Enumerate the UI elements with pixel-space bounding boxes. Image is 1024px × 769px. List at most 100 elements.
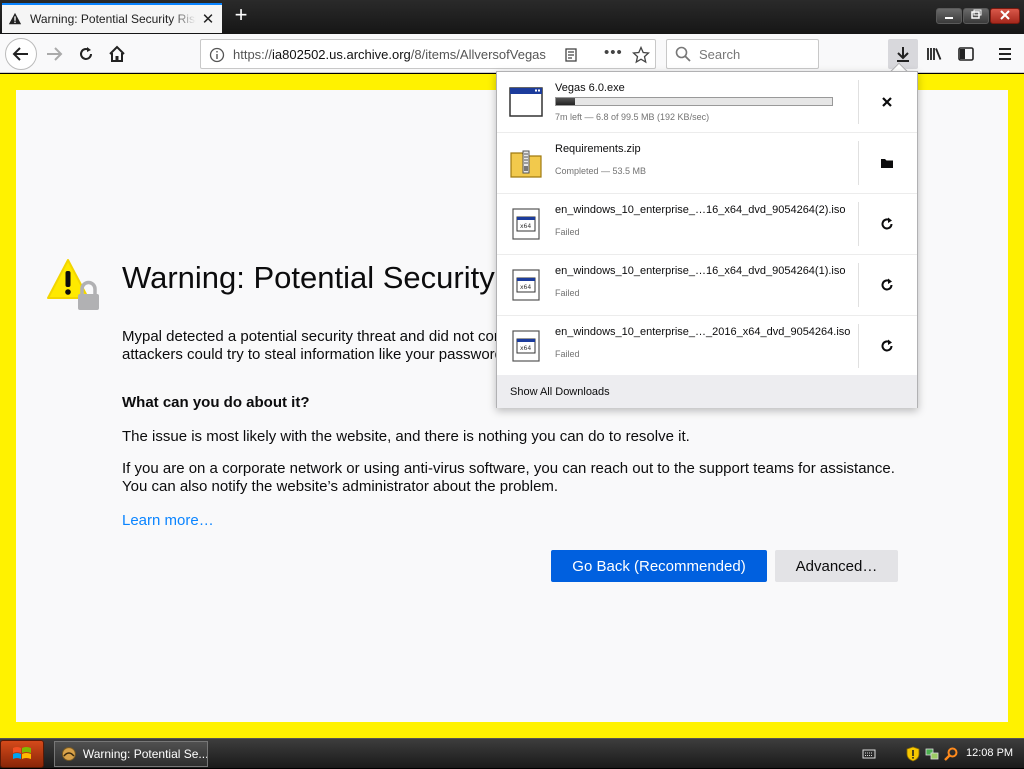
- page-actions-icon[interactable]: •••: [604, 44, 623, 61]
- shield-warning-icon[interactable]: [906, 746, 920, 762]
- svg-text:x64: x64: [520, 345, 531, 352]
- section-heading: What can you do about it?: [122, 394, 310, 411]
- library-button[interactable]: [919, 39, 949, 69]
- download-filename: en_windows_10_enterprise_…16_x64_dvd_905…: [555, 204, 846, 216]
- svg-text:x64: x64: [520, 223, 531, 230]
- search-input[interactable]: Search: [666, 39, 819, 69]
- download-status: Failed: [555, 227, 580, 237]
- restore-icon: [971, 9, 982, 19]
- tab-title: Warning: Potential Security Risk Ahead: [30, 12, 196, 26]
- download-status: Completed — 53.5 MB: [555, 166, 647, 176]
- show-all-downloads-button[interactable]: Show All Downloads: [497, 375, 917, 408]
- download-progress-fill: [556, 98, 575, 105]
- taskbar-item-label: Warning: Potential Se...: [82, 747, 207, 761]
- info-icon[interactable]: [209, 47, 225, 63]
- close-icon: [1000, 10, 1010, 20]
- new-tab-button[interactable]: +: [230, 4, 252, 27]
- tab-security-warning[interactable]: Warning: Potential Security Risk Ahead ✕: [2, 3, 222, 33]
- network-icon[interactable]: [924, 746, 940, 762]
- search-placeholder: Search: [699, 46, 741, 62]
- search-tray-icon[interactable]: [943, 746, 959, 762]
- minimize-button[interactable]: [936, 8, 962, 24]
- warning-lock-icon: [47, 259, 99, 310]
- library-icon: [927, 48, 942, 60]
- retry-icon: [881, 278, 893, 291]
- iso-icon: x64: [512, 330, 540, 362]
- tab-strip: Warning: Potential Security Risk Ahead ✕…: [0, 0, 1024, 34]
- url-scheme: https://: [233, 46, 273, 62]
- url-bar[interactable]: https://ia802502.us.archive.org/8/items/…: [200, 39, 656, 69]
- issue-text: The issue is most likely with the websit…: [122, 428, 690, 445]
- show-all-downloads-label: Show All Downloads: [510, 385, 610, 398]
- download-filename: Vegas 6.0.exe: [555, 82, 625, 94]
- url-text[interactable]: https://ia802502.us.archive.org/8/items/…: [233, 47, 553, 62]
- action-divider: [858, 202, 859, 246]
- start-button[interactable]: [0, 740, 44, 768]
- go-back-button[interactable]: Go Back (Recommended): [551, 550, 767, 582]
- download-status: Failed: [555, 288, 580, 298]
- keyboard-icon[interactable]: [862, 748, 876, 760]
- windows-logo-icon: [13, 747, 31, 759]
- corporate-network-text: If you are on a corporate network or usi…: [122, 460, 895, 495]
- action-divider: [858, 80, 859, 124]
- download-filename: Requirements.zip: [555, 143, 641, 155]
- forward-button[interactable]: [39, 39, 69, 69]
- download-item[interactable]: x64 en_windows_10_enterprise_…16_x64_dvd…: [497, 255, 917, 316]
- home-icon: [109, 45, 125, 62]
- downloads-button[interactable]: [888, 39, 918, 69]
- reload-button[interactable]: [71, 39, 101, 69]
- retry-download-button[interactable]: [875, 273, 899, 297]
- window-close-button[interactable]: [990, 8, 1020, 24]
- menu-button[interactable]: [990, 39, 1020, 69]
- taskbar-browser-item[interactable]: Warning: Potential Se...: [54, 741, 208, 767]
- system-tray: [858, 739, 959, 769]
- cancel-download-button[interactable]: [875, 90, 899, 114]
- arrow-right-icon: [47, 47, 63, 61]
- url-path: /8/items/AllversofVegas: [410, 46, 546, 62]
- hamburger-menu-icon: [999, 48, 1011, 60]
- warning-icon: [8, 12, 22, 25]
- arrow-left-icon: [12, 47, 28, 61]
- exe-icon: [509, 87, 543, 117]
- retry-download-button[interactable]: [875, 212, 899, 236]
- download-item[interactable]: Requirements.zip Completed — 53.5 MB: [497, 133, 917, 194]
- iso-icon: x64: [512, 208, 540, 240]
- open-folder-button[interactable]: [875, 151, 899, 175]
- download-arrow-icon: [897, 47, 909, 62]
- retry-download-button[interactable]: [875, 334, 899, 358]
- retry-icon: [881, 339, 893, 352]
- download-filename: en_windows_10_enterprise_…16_x64_dvd_905…: [555, 265, 846, 277]
- reader-view-icon[interactable]: [563, 47, 579, 63]
- download-status: 7m left — 6.8 of 99.5 MB (192 KB/sec): [555, 112, 710, 122]
- cancel-icon: [882, 97, 892, 107]
- iso-icon: x64: [512, 269, 540, 301]
- download-item[interactable]: x64 en_windows_10_enterprise_…_2016_x64_…: [497, 316, 917, 377]
- reload-icon: [80, 47, 92, 60]
- download-status: Failed: [555, 349, 580, 359]
- restore-button[interactable]: [963, 8, 989, 24]
- download-item[interactable]: x64 en_windows_10_enterprise_…16_x64_dvd…: [497, 194, 917, 255]
- sidebar-button[interactable]: [951, 39, 981, 69]
- action-divider: [858, 263, 859, 307]
- retry-icon: [881, 217, 893, 230]
- browser-app-icon: [61, 747, 76, 761]
- action-divider: [858, 324, 859, 368]
- sidebar-icon: [958, 47, 974, 61]
- advanced-button[interactable]: Advanced…: [775, 550, 898, 582]
- downloads-panel: Vegas 6.0.exe 7m left — 6.8 of 99.5 MB (…: [496, 71, 918, 408]
- close-tab-button[interactable]: ✕: [200, 10, 216, 28]
- search-icon: [675, 46, 691, 62]
- minimize-icon: [945, 17, 953, 19]
- zip-icon: [510, 150, 542, 178]
- download-progress-bar: [555, 97, 833, 106]
- url-host: ia802502.us.archive.org: [272, 46, 411, 62]
- svg-text:x64: x64: [520, 284, 531, 291]
- learn-more-link[interactable]: Learn more…: [122, 512, 214, 529]
- clock: 12:08 PM: [966, 747, 1014, 759]
- bookmark-star-icon[interactable]: [632, 46, 650, 64]
- home-button[interactable]: [102, 39, 132, 69]
- back-button[interactable]: [5, 38, 37, 70]
- folder-icon: [881, 159, 893, 168]
- download-item[interactable]: Vegas 6.0.exe 7m left — 6.8 of 99.5 MB (…: [497, 72, 917, 133]
- navigation-toolbar: https://ia802502.us.archive.org/8/items/…: [0, 34, 1024, 103]
